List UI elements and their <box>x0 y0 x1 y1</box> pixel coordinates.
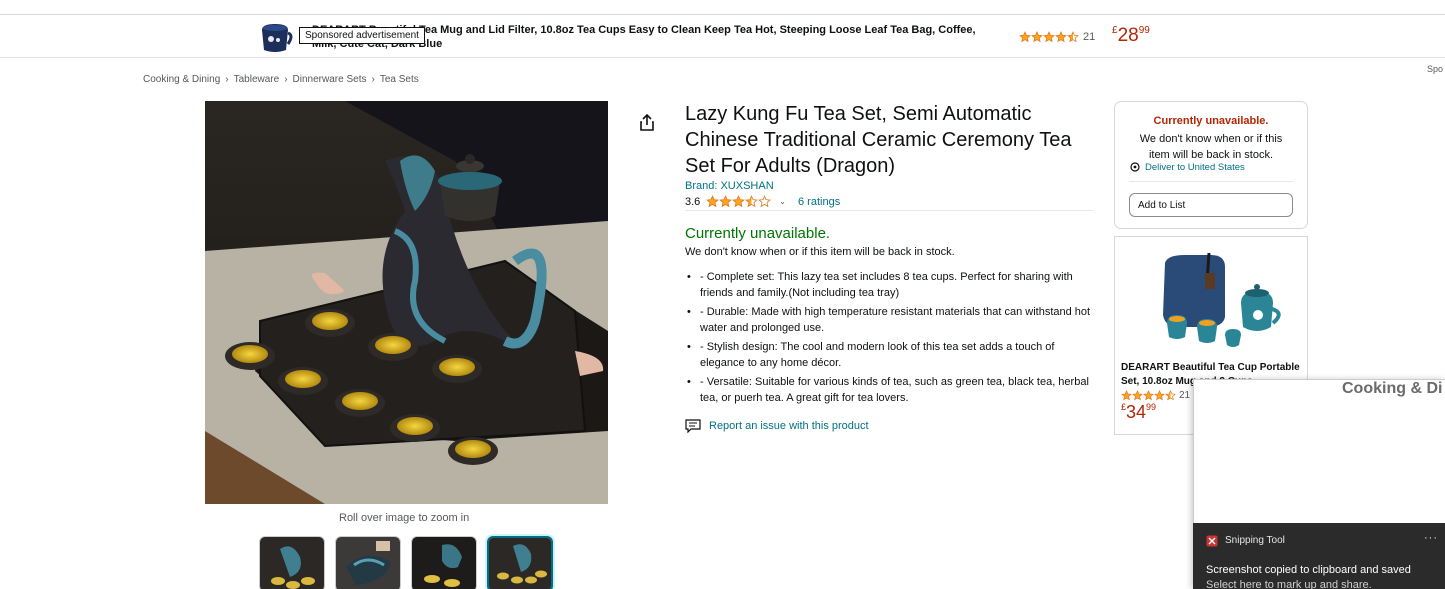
breadcrumb-separator: › <box>284 74 288 85</box>
share-icon[interactable] <box>639 113 655 132</box>
product-title: Lazy Kung Fu Tea Set, Semi Automatic Chi… <box>685 103 1072 177</box>
availability-status: Currently unavailable. <box>685 225 831 242</box>
snipping-tool-icon <box>1206 535 1218 547</box>
breadcrumb-item-cooking-dining[interactable]: Cooking & Dining <box>143 74 220 85</box>
buybox-divider <box>1129 181 1293 182</box>
product-rating: 3.6 ⌄ 6 ratings <box>685 195 840 208</box>
star-icon <box>1165 390 1176 401</box>
chevron-down-icon[interactable]: ⌄ <box>779 197 786 206</box>
sponsored-product-price[interactable]: £3499 <box>1121 402 1156 423</box>
location-pin-icon <box>1130 162 1140 172</box>
breadcrumb-item-tableware[interactable]: Tableware <box>234 74 280 85</box>
star-icon <box>1055 31 1067 43</box>
star-icon <box>758 195 772 208</box>
title-divider <box>685 210 1093 211</box>
buybox-availability-note: We don't know when or if this item will … <box>1139 133 1283 161</box>
breadcrumb: Cooking & Dining › Tableware › Dinnerwar… <box>143 74 419 85</box>
star-icon <box>1019 31 1031 43</box>
banner-rating[interactable]: 21 <box>1019 31 1095 43</box>
sponsored-product-rating[interactable]: 21 <box>1121 390 1190 401</box>
banner-stars <box>1019 31 1079 43</box>
report-issue-link[interactable]: Report an issue with this product <box>685 419 869 433</box>
star-icon <box>1043 31 1055 43</box>
sponsored-banner[interactable]: DEARART Beautiful Tea Mug and Lid Filter… <box>0 15 1445 58</box>
banner-price-fraction: 99 <box>1138 25 1150 36</box>
main-product-image[interactable] <box>205 101 608 504</box>
more-options-icon[interactable]: ··· <box>1424 532 1438 544</box>
sponsored-tooltip: Sponsored advertisement <box>299 27 425 44</box>
breadcrumb-item-dinnerware-sets[interactable]: Dinnerware Sets <box>293 74 367 85</box>
banner-price[interactable]: £2899 <box>1112 25 1150 47</box>
banner-product-image[interactable] <box>256 20 294 54</box>
star-icon <box>1154 390 1165 401</box>
feature-bullet: - Stylish design: The cool and modern lo… <box>685 340 1095 371</box>
add-to-list-button[interactable]: Add to List <box>1129 193 1293 217</box>
chat-icon <box>685 419 701 433</box>
breadcrumb-item-tea-sets[interactable]: Tea Sets <box>380 74 419 85</box>
sponsored-product-stars <box>1121 390 1176 401</box>
star-icon <box>706 195 720 208</box>
feature-bullets: - Complete set: This lazy tea set includ… <box>685 270 1095 410</box>
sponsored-edge-label[interactable]: Spo <box>1427 64 1443 74</box>
feature-bullet: - Durable: Made with high temperature re… <box>685 305 1095 336</box>
deliver-to-label: Deliver to United States <box>1145 162 1245 173</box>
thumbnail-4[interactable] <box>487 536 553 589</box>
ratings-link[interactable]: 6 ratings <box>798 196 840 208</box>
sponsored-product-rating-count: 21 <box>1179 390 1191 401</box>
star-icon <box>719 195 733 208</box>
star-icon <box>1121 390 1132 401</box>
buybox-availability: Currently unavailable. <box>1153 115 1269 127</box>
toast-message: Screenshot copied to clipboard and saved <box>1206 564 1411 576</box>
deliver-to-link[interactable]: Deliver to United States <box>1130 162 1245 173</box>
feature-bullet: - Complete set: This lazy tea set includ… <box>685 270 1095 301</box>
overlay-heading: Cooking & Di <box>1342 380 1443 397</box>
toast-app-name: Snipping Tool <box>1225 535 1285 546</box>
star-icon <box>1143 390 1154 401</box>
toast-subtext: Select here to mark up and share. <box>1206 579 1372 589</box>
report-issue-label: Report an issue with this product <box>709 420 869 432</box>
star-icon <box>745 195 759 208</box>
sponsored-price-fraction: 99 <box>1146 402 1157 412</box>
thumbnail-1[interactable] <box>259 536 325 589</box>
brand-link[interactable]: Brand: XUXSHAN <box>685 180 774 192</box>
thumbnail-2[interactable] <box>335 536 401 589</box>
rating-value: 3.6 <box>685 195 701 208</box>
thumbnail-3[interactable] <box>411 536 477 589</box>
zoom-hint: Roll over image to zoom in <box>339 512 470 524</box>
star-icon <box>1132 390 1143 401</box>
rating-stars[interactable] <box>706 195 772 208</box>
banner-rating-count: 21 <box>1083 31 1096 43</box>
thumbnail-strip <box>259 536 553 589</box>
star-icon <box>732 195 746 208</box>
star-icon <box>1067 31 1079 43</box>
availability-note: We don't know when or if this item will … <box>685 246 955 258</box>
sponsored-product-image[interactable] <box>1145 243 1285 353</box>
sponsored-price-whole: 34 <box>1126 402 1147 422</box>
snipping-tool-toast[interactable]: Snipping Tool ··· Screenshot copied to c… <box>1193 523 1445 589</box>
banner-price-whole: 28 <box>1117 25 1139 46</box>
breadcrumb-separator: › <box>225 74 229 85</box>
buy-box: Currently unavailable. We don't know whe… <box>1114 101 1308 229</box>
star-icon <box>1031 31 1043 43</box>
breadcrumb-separator: › <box>371 74 375 85</box>
feature-bullet: - Versatile: Suitable for various kinds … <box>685 375 1095 406</box>
